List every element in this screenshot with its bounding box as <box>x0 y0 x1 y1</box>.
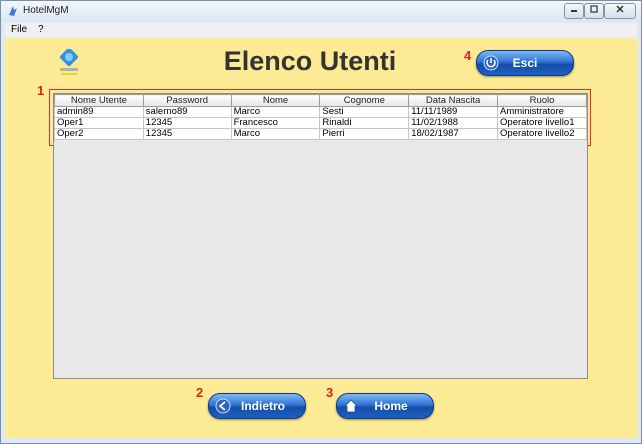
close-icon <box>616 5 624 13</box>
cell-username[interactable]: admin89 <box>54 106 144 118</box>
cell-role[interactable]: Operatore livello2 <box>497 128 587 140</box>
cell-password[interactable]: 12345 <box>142 128 232 140</box>
cell-name[interactable]: Marco <box>230 106 321 118</box>
cell-birthdate[interactable]: 11/02/1988 <box>408 117 499 129</box>
cell-surname[interactable]: Rinaldi <box>319 117 410 129</box>
annotation-marker-2: 2 <box>196 385 204 400</box>
menu-file[interactable]: File <box>11 24 27 35</box>
maximize-button[interactable] <box>584 3 604 19</box>
annotation-marker-1: 1 <box>37 83 45 98</box>
users-table-panel: Nome Utente Password Nome Cognome Data N… <box>53 93 588 379</box>
column-header-username[interactable]: Nome Utente <box>54 94 144 107</box>
cell-role[interactable]: Amministratore <box>497 106 587 118</box>
title-bar[interactable]: HotelMgM <box>1 1 641 21</box>
app-icon <box>9 6 17 16</box>
column-header-birthdate[interactable]: Data Nascita <box>408 94 499 107</box>
cell-birthdate[interactable]: 11/11/1989 <box>408 106 499 118</box>
cell-surname[interactable]: Pierri <box>319 128 410 140</box>
column-header-role[interactable]: Ruolo <box>497 94 587 107</box>
back-button[interactable]: Indietro <box>208 393 306 419</box>
column-header-password[interactable]: Password <box>142 94 232 107</box>
page-title: Elenco Utenti <box>223 46 397 76</box>
cell-name[interactable]: Marco <box>230 128 321 140</box>
cell-surname[interactable]: Sesti <box>319 106 410 118</box>
cell-username[interactable]: Oper1 <box>54 117 144 129</box>
column-header-name[interactable]: Nome <box>230 94 321 107</box>
menu-help[interactable]: ? <box>38 24 44 35</box>
cell-role[interactable]: Operatore livello1 <box>497 117 587 129</box>
annotation-marker-3: 3 <box>326 385 334 400</box>
home-button-label: Home <box>374 399 408 413</box>
table-row[interactable]: Oper2 12345 Marco Pierri 18/02/1987 Oper… <box>54 128 587 140</box>
annotation-marker-4: 4 <box>464 48 472 63</box>
window-title: HotelMgM <box>23 5 69 16</box>
table-row[interactable]: Oper1 12345 Francesco Rinaldi 11/02/1988… <box>54 117 587 129</box>
back-button-label: Indietro <box>241 399 285 413</box>
minimize-icon <box>571 10 577 12</box>
cell-birthdate[interactable]: 18/02/1987 <box>408 128 499 140</box>
table-row[interactable]: admin89 salerno89 Marco Sesti 11/11/1989… <box>54 106 587 118</box>
column-header-surname[interactable]: Cognome <box>319 94 410 107</box>
cell-password[interactable]: salerno89 <box>142 106 232 118</box>
exit-button[interactable]: Esci <box>476 50 574 76</box>
cell-password[interactable]: 12345 <box>142 117 232 129</box>
users-table: Nome Utente Password Nome Cognome Data N… <box>54 94 587 140</box>
close-button[interactable] <box>604 3 636 19</box>
home-button[interactable]: Home <box>336 393 434 419</box>
maximize-icon <box>590 5 598 13</box>
menu-bar: File ? <box>5 23 637 37</box>
minimize-button[interactable] <box>564 3 584 19</box>
table-header-row: Nome Utente Password Nome Cognome Data N… <box>54 94 587 107</box>
cell-name[interactable]: Francesco <box>230 117 321 129</box>
exit-button-label: Esci <box>512 56 538 70</box>
cell-username[interactable]: Oper2 <box>54 128 144 140</box>
hotel-logo <box>59 49 79 75</box>
